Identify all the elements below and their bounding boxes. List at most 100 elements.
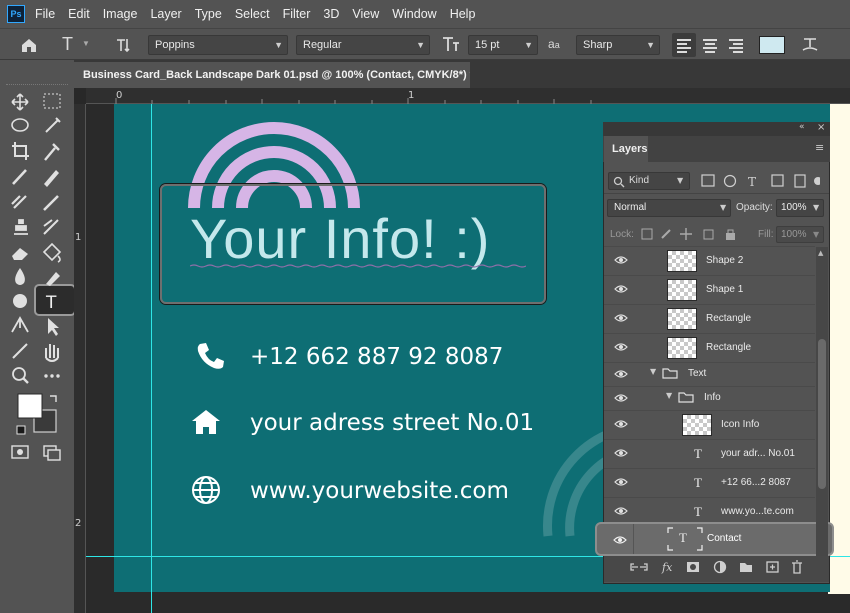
eye-icon[interactable] [614,284,628,294]
layer-row[interactable]: Shape 1 [604,275,815,304]
type-tool-preset-icon[interactable]: T [62,34,73,55]
line-tool-icon[interactable] [12,343,28,359]
menu-filter[interactable]: Filter [283,7,311,21]
move-tool-icon[interactable] [11,93,29,111]
menu-help[interactable]: Help [450,7,476,21]
eye-icon[interactable] [614,369,628,379]
lock-artboard-icon[interactable] [703,229,714,240]
filter-type-icon[interactable]: T [748,175,756,189]
history-brush-tool-icon[interactable] [43,195,59,211]
blur-tool-icon[interactable] [15,268,25,285]
lock-position-icon[interactable] [680,228,692,240]
fill-field[interactable]: 100% ▼ [776,226,824,243]
eye-icon[interactable] [614,419,628,429]
hand-tool-icon[interactable] [45,344,59,362]
brush-tool-icon[interactable] [11,195,27,209]
chevron-down-icon[interactable]: ▼ [650,367,656,376]
menu-edit[interactable]: Edit [68,7,90,21]
delete-layer-icon[interactable] [792,560,802,574]
eye-icon[interactable] [614,342,628,352]
new-group-icon[interactable] [740,563,752,572]
font-family-select[interactable]: Poppins ▼ [148,35,288,55]
link-layers-icon[interactable] [630,563,648,571]
paint-bucket-tool-icon[interactable] [42,242,62,263]
warp-text-icon[interactable] [800,35,820,55]
lock-transparent-icon[interactable] [641,228,653,240]
opacity-field[interactable]: 100% ▼ [776,199,824,217]
align-left-button[interactable] [672,33,696,57]
layer-filter-select[interactable]: Kind ▼ [608,172,690,190]
layers-scrollbar[interactable]: ▲ [816,247,828,556]
antialias-select[interactable]: Sharp ▼ [576,35,660,55]
layer-style-icon[interactable]: fx [661,561,673,574]
path-selection-tool-icon[interactable] [48,318,59,336]
align-right-button[interactable] [724,33,748,57]
marquee-tool-icon[interactable] [43,93,61,109]
menu-image[interactable]: Image [103,7,138,21]
eye-icon[interactable] [614,313,628,323]
menu-window[interactable]: Window [392,7,436,21]
layer-row[interactable]: T +12 66...2 8087 [604,468,815,497]
menu-type[interactable]: Type [195,7,222,21]
menu-3d[interactable]: 3D [323,7,339,21]
blend-mode-select[interactable]: Normal ▼ [607,199,731,217]
eraser-tool-icon[interactable] [12,248,28,260]
sponge-tool-icon[interactable] [13,294,27,308]
eye-icon[interactable] [614,477,628,487]
lock-all-icon[interactable] [726,233,735,240]
eye-icon[interactable] [614,448,628,458]
font-style-select[interactable]: Regular ▼ [296,35,430,55]
text-color-swatch[interactable] [759,36,785,54]
layers-tab[interactable]: Layers [604,136,648,162]
layer-row[interactable]: Icon Info [604,410,815,439]
eye-icon[interactable] [613,535,627,545]
filter-pixel-icon[interactable] [701,174,715,187]
preset-chevron-icon[interactable]: ▼ [82,39,90,48]
layer-row[interactable]: Rectangle [604,333,815,362]
toolbar-grip[interactable] [6,84,68,86]
document-tab[interactable]: Business Card_Back Landscape Dark 01.psd… [74,62,470,88]
filter-shape-icon[interactable] [771,174,784,187]
address-text[interactable]: your adress street No.01 [250,410,534,436]
close-panel-icon[interactable]: × [817,122,825,133]
align-center-button[interactable] [698,33,722,57]
more-tools-icon[interactable] [44,374,60,378]
swap-colors-icon[interactable] [50,395,57,402]
layer-group-row[interactable]: ▼ Text [604,362,815,386]
menu-select[interactable]: Select [235,7,270,21]
layer-row[interactable]: Shape 2 [604,246,815,275]
panel-menu-icon[interactable]: ≡ [815,141,824,154]
menu-file[interactable]: File [35,7,55,21]
quick-select-tool-icon[interactable] [45,117,61,133]
default-colors-icon[interactable] [16,425,26,435]
healing-brush-tool-icon[interactable] [12,169,27,185]
scrollbar-thumb[interactable] [818,339,826,489]
menu-view[interactable]: View [352,7,379,21]
photoshop-logo-icon[interactable]: Ps [7,5,25,23]
pencil-tool-icon[interactable] [44,170,59,187]
collapse-panel-icon[interactable]: « [799,122,805,132]
vertical-ruler[interactable]: 1 2 [74,104,86,613]
phone-text[interactable]: +12 662 887 92 8087 [250,344,503,370]
layer-row-selected[interactable]: T Contact ⌄ [595,522,834,556]
scroll-up-icon[interactable]: ▲ [818,249,823,257]
lasso-tool-icon[interactable] [11,118,29,132]
filter-smart-object-icon[interactable] [794,174,806,188]
website-text[interactable]: www.yourwebsite.com [250,478,509,504]
crop-tool-icon[interactable] [12,142,29,160]
filter-adjustment-icon[interactable] [723,174,737,188]
eye-icon[interactable] [614,506,628,516]
history-brush-alt-icon[interactable] [43,219,59,235]
filter-toggle-icon[interactable] [814,177,820,185]
lock-image-icon[interactable] [661,229,671,239]
foreground-color-swatch[interactable] [17,393,43,419]
vertical-guide[interactable] [151,104,152,613]
layer-row[interactable]: Rectangle [604,304,815,333]
card-title[interactable]: Your Info! :) [190,206,490,271]
clone-stamp-tool-icon[interactable] [14,219,28,235]
menu-layer[interactable]: Layer [150,7,181,21]
home-icon[interactable] [20,37,38,53]
eye-icon[interactable] [614,393,628,403]
eyedropper-tool-icon[interactable] [44,143,60,161]
pen-tool-icon[interactable] [11,316,29,333]
